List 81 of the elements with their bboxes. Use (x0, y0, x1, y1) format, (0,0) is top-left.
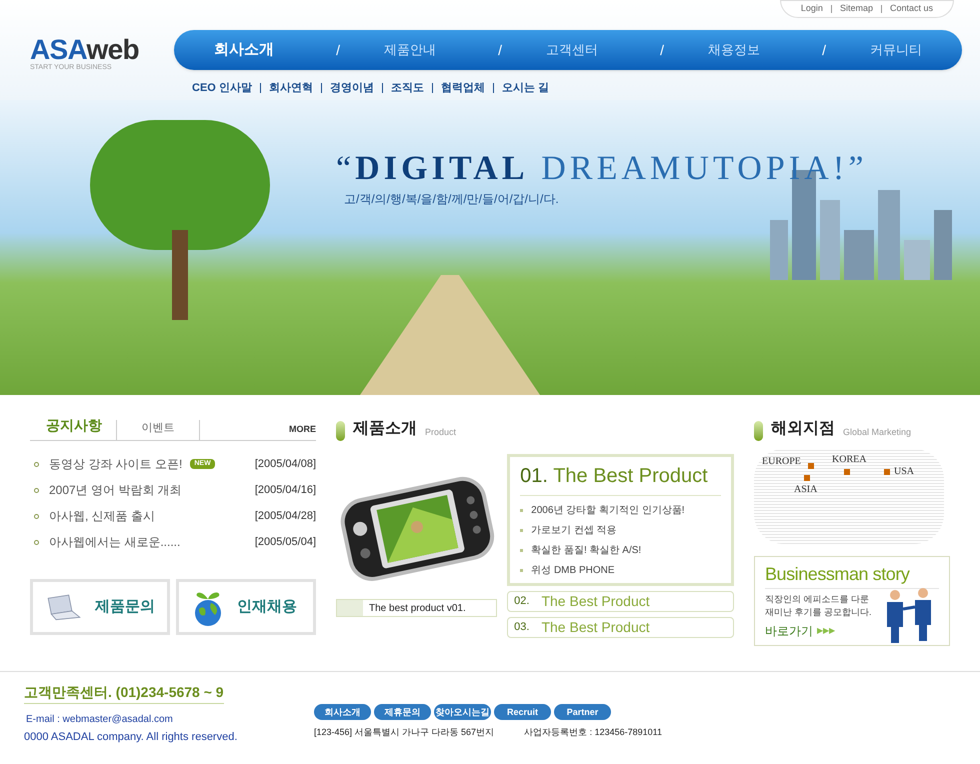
call-center-number: 고객만족센터. (01)234-5678 ~ 9 (24, 682, 224, 704)
notice-date: [2005/05/04] (254, 534, 316, 550)
top-link[interactable]: Login (800, 2, 823, 16)
notice-title[interactable]: 동영상 강좌 사이트 오픈! (49, 455, 182, 473)
product-caption: The best product v01. (336, 599, 498, 617)
hero-tagline: 고/객/의/행/복/을/함/께/만/들/어/갑/니/다. (344, 191, 560, 208)
location-label: EUROPE (762, 457, 801, 467)
notice-title[interactable]: 2007년 영어 박람회 개최 (49, 481, 182, 499)
notice-title[interactable]: 아사웹, 신제품 출시 (49, 507, 156, 525)
product-link[interactable]: 02. The Best Product (507, 591, 734, 612)
section-pill-icon (754, 421, 763, 441)
location-marker (808, 463, 814, 469)
notice-tab[interactable]: 공지사항 (30, 415, 116, 440)
location-label: USA (894, 467, 914, 477)
story-title: Businessman story (765, 561, 939, 589)
notice-date: [2005/04/16] (254, 482, 316, 498)
notice-title[interactable]: 아사웹에서는 새로운...... (49, 533, 180, 551)
bullet-icon (34, 540, 39, 544)
product-feature: 위성 DMB PHONE (531, 564, 615, 578)
section-title: 제품소개 (353, 419, 417, 439)
notice-tab[interactable]: 이벤트 (116, 420, 200, 440)
product-link[interactable]: 03. The Best Product (507, 617, 734, 638)
footer-button[interactable]: 찾아오시는길 (434, 704, 491, 720)
section-subtitle: Product (425, 426, 456, 438)
footer-button[interactable]: Partner (554, 704, 611, 720)
footer-address: [123-456] 서울특별시 가나구 다라동 567번지 (314, 726, 494, 739)
product-feature: 2006년 강타할 획기적인 인기상품! (531, 504, 685, 518)
sub-nav-link[interactable]: 오시는 길 (502, 80, 549, 96)
location-marker (844, 469, 850, 475)
featured-product-card[interactable]: 01. The Best Product 2006년 강타할 획기적인 인기상품! 가로보기 컨셉 적용 확실한 품질! 확실한 A/S! 위성 DMB PHONE (507, 454, 734, 586)
footer-button[interactable]: 제휴문의 (374, 704, 431, 720)
nav-tab[interactable]: 커뮤니티 (870, 40, 922, 60)
bullet-icon (34, 488, 39, 492)
footer-copyright: 0000 ASADAL company. All rights reserved. (24, 730, 238, 745)
sub-nav-link[interactable]: CEO 인사말 (192, 80, 252, 96)
quick-link-label: 인재채용 (237, 596, 297, 617)
nav-separator: / (336, 40, 340, 60)
bullet-icon (520, 529, 524, 532)
bullet-icon (34, 514, 39, 518)
sub-nav-link[interactable]: 회사연혁 (268, 80, 313, 96)
section-title: 해외지점 (771, 419, 835, 439)
business-number: 사업자등록번호 : 123456-7891011 (524, 726, 662, 739)
product-feature: 가로보기 컨셉 적용 (531, 524, 617, 538)
nav-tab[interactable]: 채용정보 (708, 40, 760, 60)
hero-headline: “DIGITAL DREAMUTOPIA!” (336, 152, 868, 186)
location-marker (804, 475, 810, 481)
bullet-icon (520, 549, 524, 552)
story-text: 직장인의 에피소드를 다룬 재미난 후기를 공모합니다. (765, 593, 873, 619)
quick-link-label: 제품문의 (95, 596, 155, 617)
nav-tab[interactable]: 고객센터 (546, 40, 598, 60)
sub-nav-link[interactable]: 조직도 (390, 80, 424, 96)
bullet-icon (34, 462, 39, 466)
nav-tab[interactable]: 회사소개 (214, 38, 274, 62)
location-marker (884, 469, 890, 475)
notice-date: [2005/04/08] (254, 456, 316, 472)
bullet-icon (520, 509, 524, 512)
nav-separator: / (822, 40, 826, 60)
bullet-icon (520, 569, 524, 572)
more-link[interactable]: MORE (289, 422, 316, 440)
top-link[interactable]: Sitemap (840, 2, 873, 16)
story-banner[interactable]: Businessman story 직장인의 에피소드를 다룬 재미난 후기를 공모합니다. 바로가기 ▶▶▶ (754, 556, 950, 646)
notice-date: [2005/04/28] (254, 508, 316, 524)
logo[interactable]: ASAweb (30, 36, 139, 64)
quick-link-banner[interactable]: 인재채용 (176, 579, 316, 635)
sub-nav-link[interactable]: 협력업체 (440, 80, 485, 96)
sub-nav-link[interactable]: 경영이념 (330, 80, 374, 96)
nav-separator: / (498, 40, 502, 60)
featured-product-title: 01. The Best Product (520, 461, 721, 496)
product-feature: 확실한 품질! 확실한 A/S! (531, 544, 642, 558)
nav-tab[interactable]: 제품안내 (384, 40, 436, 60)
top-link[interactable]: Contact us (890, 2, 933, 16)
footer-button[interactable]: Recruit (494, 704, 551, 720)
section-pill-icon (336, 421, 345, 441)
location-label: KOREA (832, 455, 866, 465)
footer-email: E-mail : webmaster@asadal.com (26, 713, 174, 727)
location-label: ASIA (794, 485, 818, 495)
nav-separator: / (660, 40, 664, 60)
section-subtitle: Global Marketing (843, 426, 912, 439)
quick-link-banner[interactable]: 제품문의 (30, 579, 170, 635)
story-link[interactable]: 바로가기 ▶▶▶ (765, 622, 939, 640)
footer-button[interactable]: 회사소개 (314, 704, 371, 720)
